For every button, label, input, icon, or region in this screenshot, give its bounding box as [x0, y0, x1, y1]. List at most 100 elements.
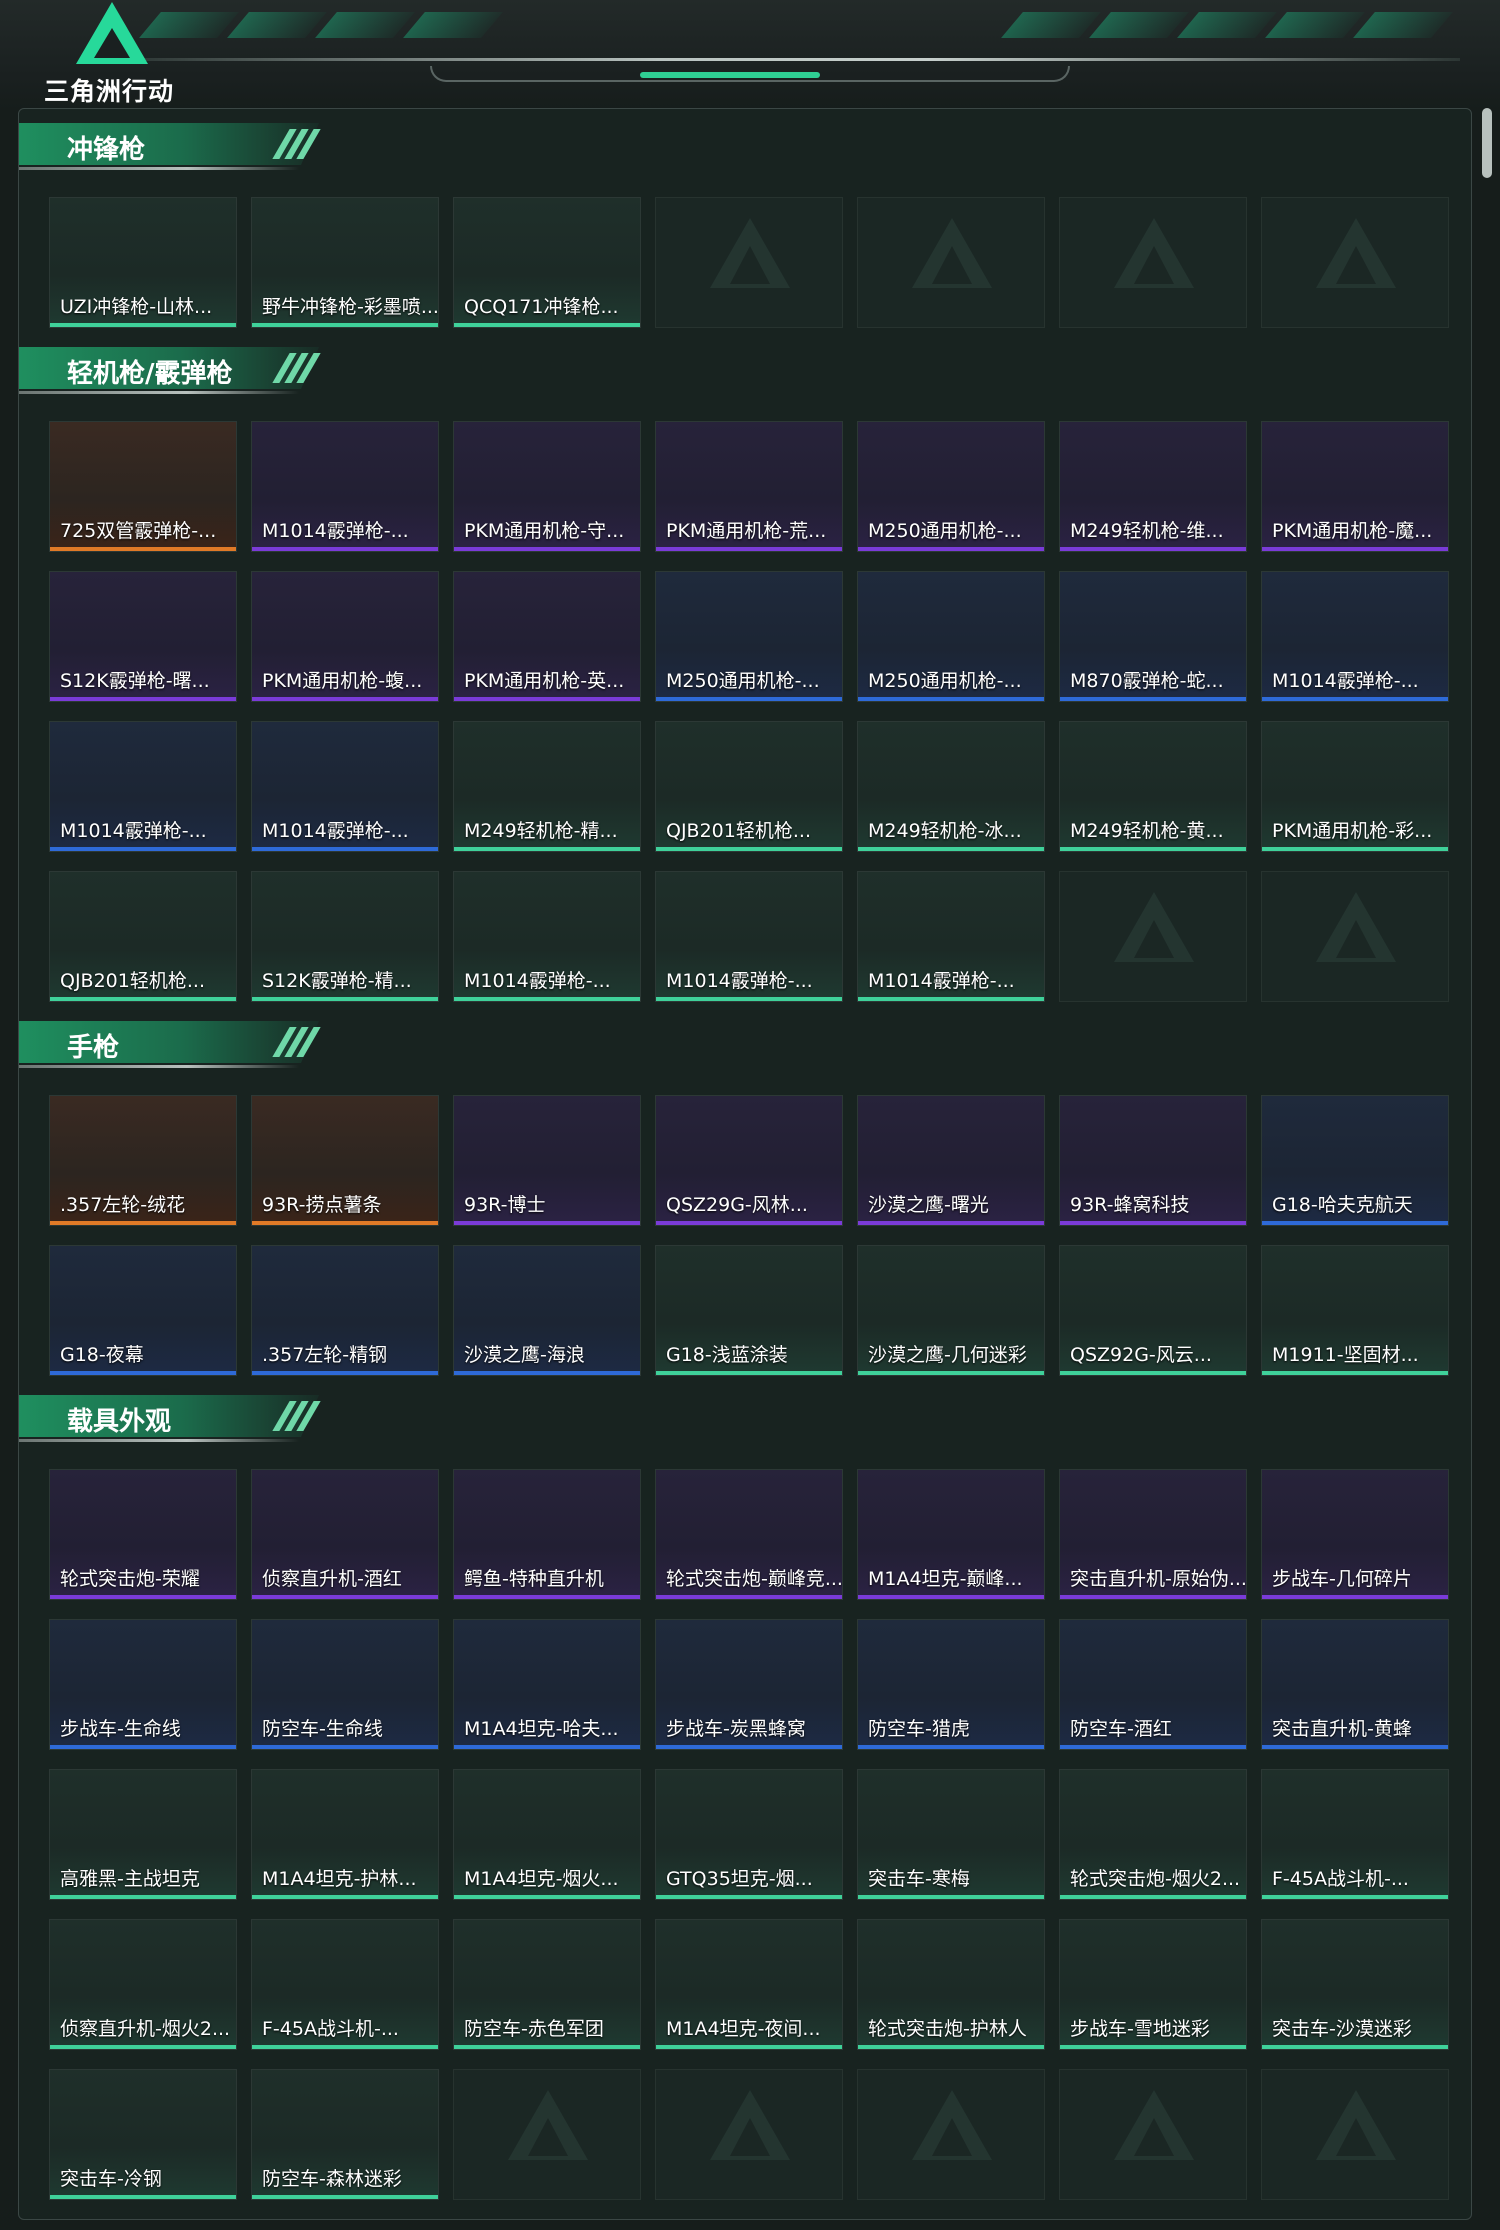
- rarity-bar: [1060, 847, 1246, 851]
- skin-card[interactable]: 侦察直升机-烟火2...: [49, 1919, 237, 2050]
- skin-card[interactable]: 突击车-沙漠迷彩: [1261, 1919, 1449, 2050]
- skin-card[interactable]: M250通用机枪-...: [857, 421, 1045, 552]
- skin-card[interactable]: 沙漠之鹰-海浪: [453, 1245, 641, 1376]
- skin-card[interactable]: .357左轮-绒花: [49, 1095, 237, 1226]
- rarity-bar: [252, 997, 438, 1001]
- skin-card[interactable]: G18-浅蓝涂装: [655, 1245, 843, 1376]
- skin-card[interactable]: 突击直升机-黄蜂: [1261, 1619, 1449, 1750]
- skin-card[interactable]: 沙漠之鹰-几何迷彩: [857, 1245, 1045, 1376]
- skin-card[interactable]: G18-夜幕: [49, 1245, 237, 1376]
- skin-card[interactable]: 轮式突击炮-护林人: [857, 1919, 1045, 2050]
- skin-card[interactable]: 沙漠之鹰-曙光: [857, 1095, 1045, 1226]
- skin-card[interactable]: PKM通用机枪-蝮...: [251, 571, 439, 702]
- skin-card[interactable]: M1014霰弹枪-...: [1261, 571, 1449, 702]
- skin-card[interactable]: QSZ92G-风云...: [1059, 1245, 1247, 1376]
- skin-card[interactable]: 93R-博士: [453, 1095, 641, 1226]
- skin-card[interactable]: 93R-蜂窝科技: [1059, 1095, 1247, 1226]
- skin-card[interactable]: 步战车-几何碎片: [1261, 1469, 1449, 1600]
- rarity-bar: [858, 1371, 1044, 1375]
- skin-card[interactable]: M1014霰弹枪-...: [857, 871, 1045, 1002]
- skin-card[interactable]: M1014霰弹枪-...: [49, 721, 237, 852]
- skin-card[interactable]: 轮式突击炮-荣耀: [49, 1469, 237, 1600]
- header-stripe: [403, 12, 503, 38]
- skin-card[interactable]: PKM通用机枪-荒...: [655, 421, 843, 552]
- skin-card[interactable]: 突击车-寒梅: [857, 1769, 1045, 1900]
- skin-card[interactable]: M1A4坦克-烟火...: [453, 1769, 641, 1900]
- skin-card[interactable]: PKM通用机枪-魔...: [1261, 421, 1449, 552]
- skin-card[interactable]: .357左轮-精钢: [251, 1245, 439, 1376]
- skin-card[interactable]: M1014霰弹枪-...: [453, 871, 641, 1002]
- skin-card[interactable]: M249轻机枪-黄...: [1059, 721, 1247, 852]
- rarity-bar: [50, 697, 236, 701]
- item-name: M1014霰弹枪-...: [1272, 670, 1419, 692]
- skin-card[interactable]: M1A4坦克-夜间...: [655, 1919, 843, 2050]
- skin-card[interactable]: M1014霰弹枪-...: [251, 421, 439, 552]
- skin-card[interactable]: 步战车-炭黑蜂窝: [655, 1619, 843, 1750]
- item-name: M1014霰弹枪-...: [666, 970, 813, 992]
- skin-card[interactable]: 防空车-猎虎: [857, 1619, 1045, 1750]
- skin-card[interactable]: PKM通用机枪-守...: [453, 421, 641, 552]
- skin-card[interactable]: QSZ29G-风林...: [655, 1095, 843, 1226]
- skin-card[interactable]: 防空车-酒红: [1059, 1619, 1247, 1750]
- item-name: M1A4坦克-巅峰...: [868, 1568, 1023, 1590]
- skin-card[interactable]: S12K霰弹枪-精...: [251, 871, 439, 1002]
- skin-card[interactable]: F-45A战斗机-...: [251, 1919, 439, 2050]
- item-name: 高雅黑-主战坦克: [60, 1868, 200, 1890]
- header-stripe: [1001, 12, 1101, 38]
- skin-card[interactable]: M1A4坦克-巅峰...: [857, 1469, 1045, 1600]
- skin-card[interactable]: 防空车-森林迷彩: [251, 2069, 439, 2200]
- skin-card[interactable]: UZI冲锋枪-山林...: [49, 197, 237, 328]
- skin-card[interactable]: M1014霰弹枪-...: [251, 721, 439, 852]
- skin-card[interactable]: 防空车-赤色军团: [453, 1919, 641, 2050]
- skin-card[interactable]: M1A4坦克-护林...: [251, 1769, 439, 1900]
- skin-card[interactable]: QJB201轻机枪...: [655, 721, 843, 852]
- rarity-bar: [50, 2045, 236, 2049]
- skin-card[interactable]: M250通用机枪-...: [857, 571, 1045, 702]
- skin-card[interactable]: 突击车-冷钢: [49, 2069, 237, 2200]
- item-name: .357左轮-绒花: [60, 1194, 186, 1216]
- skin-card[interactable]: 步战车-雪地迷彩: [1059, 1919, 1247, 2050]
- skin-card[interactable]: 高雅黑-主战坦克: [49, 1769, 237, 1900]
- rarity-bar: [1060, 547, 1246, 551]
- rarity-bar: [656, 1221, 842, 1225]
- skin-card[interactable]: M250通用机枪-...: [655, 571, 843, 702]
- item-name: S12K霰弹枪-曙...: [60, 670, 210, 692]
- logo-text: 三角洲行动: [44, 77, 175, 106]
- rarity-bar: [252, 2195, 438, 2199]
- skin-card[interactable]: 鳄鱼-特种直升机: [453, 1469, 641, 1600]
- item-name: M1014霰弹枪-...: [262, 820, 409, 842]
- rarity-bar: [1262, 847, 1448, 851]
- skin-card[interactable]: M249轻机枪-冰...: [857, 721, 1045, 852]
- skin-card[interactable]: S12K霰弹枪-曙...: [49, 571, 237, 702]
- header-divider: [130, 58, 1460, 61]
- skin-card[interactable]: M1014霰弹枪-...: [655, 871, 843, 1002]
- skin-card[interactable]: 野牛冲锋枪-彩墨喷...: [251, 197, 439, 328]
- skin-card[interactable]: PKM通用机枪-彩...: [1261, 721, 1449, 852]
- skin-card[interactable]: 突击直升机-原始伪...: [1059, 1469, 1247, 1600]
- skin-card[interactable]: QJB201轻机枪...: [49, 871, 237, 1002]
- skin-card[interactable]: M249轻机枪-维...: [1059, 421, 1247, 552]
- skin-card[interactable]: M1A4坦克-哈夫...: [453, 1619, 641, 1750]
- skin-card[interactable]: PKM通用机枪-英...: [453, 571, 641, 702]
- rarity-bar: [252, 1745, 438, 1749]
- skin-card[interactable]: 步战车-生命线: [49, 1619, 237, 1750]
- rarity-bar: [858, 1745, 1044, 1749]
- skin-card[interactable]: 725双管霰弹枪-...: [49, 421, 237, 552]
- skin-card[interactable]: 防空车-生命线: [251, 1619, 439, 1750]
- skin-card[interactable]: M870霰弹枪-蛇...: [1059, 571, 1247, 702]
- skin-card[interactable]: M1911-坚固材...: [1261, 1245, 1449, 1376]
- skin-card[interactable]: 轮式突击炮-烟火2...: [1059, 1769, 1247, 1900]
- skin-card[interactable]: GTQ35坦克-烟...: [655, 1769, 843, 1900]
- item-name: M249轻机枪-精...: [464, 820, 618, 842]
- skin-card[interactable]: F-45A战斗机-...: [1261, 1769, 1449, 1900]
- rarity-bar: [252, 2045, 438, 2049]
- skin-card[interactable]: 93R-捞点薯条: [251, 1095, 439, 1226]
- skin-card[interactable]: M249轻机枪-精...: [453, 721, 641, 852]
- skin-card[interactable]: QCQ171冲锋枪...: [453, 197, 641, 328]
- skin-card[interactable]: 轮式突击炮-巅峰竞...: [655, 1469, 843, 1600]
- skin-card[interactable]: 侦察直升机-酒红: [251, 1469, 439, 1600]
- scrollbar-thumb[interactable]: [1482, 108, 1492, 178]
- skin-card[interactable]: G18-哈夫克航天: [1261, 1095, 1449, 1226]
- item-name: 轮式突击炮-荣耀: [60, 1568, 200, 1590]
- rarity-bar: [50, 997, 236, 1001]
